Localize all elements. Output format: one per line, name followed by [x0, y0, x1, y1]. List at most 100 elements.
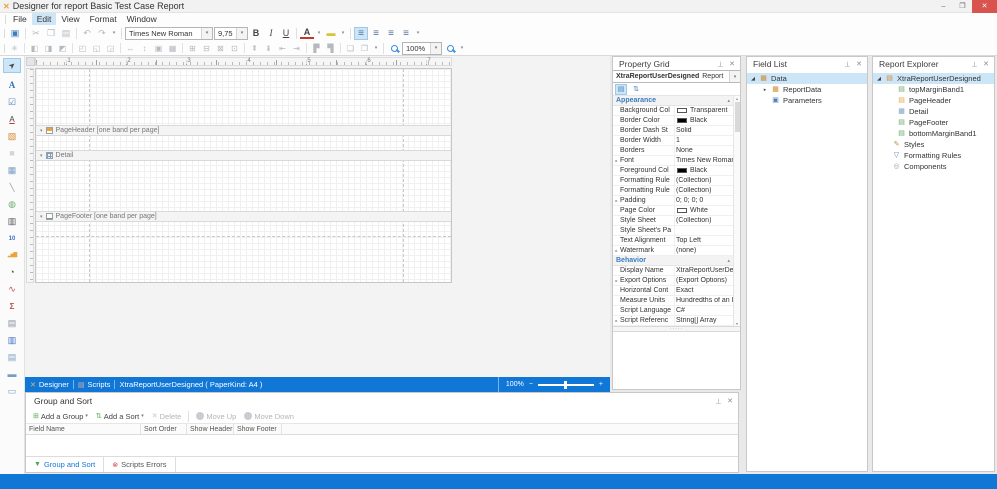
property-row[interactable]: ▸ Font Times New Roman;… — [613, 156, 733, 166]
property-row[interactable]: Background Col Transparent — [613, 106, 733, 116]
layout-tool-icon[interactable]: ⊡ — [228, 42, 241, 54]
property-value[interactable]: (Collection) — [675, 217, 733, 224]
collapse-icon[interactable]: ▾ — [40, 128, 43, 134]
layout-tool-icon[interactable]: | — [120, 43, 121, 53]
menu-view[interactable]: View — [56, 13, 84, 25]
layout-tool-icon[interactable]: ⇤ — [276, 42, 289, 54]
property-row[interactable]: Text Alignment Top Left — [613, 236, 733, 246]
property-row[interactable]: Display Name XtraReportUserDe… — [613, 266, 733, 276]
report-document-tab[interactable]: XtraReportUserDesigned ( PaperKind: A4 ) — [119, 380, 262, 389]
property-value[interactable]: (Collection) — [675, 177, 733, 184]
close-icon[interactable]: ✕ — [727, 397, 733, 405]
underline-button[interactable]: U — [279, 27, 293, 40]
component-selector-combo[interactable]: XtraReportUserDesigned Report ▾ — [613, 70, 740, 83]
tool-rich-text[interactable]: A — [3, 112, 21, 127]
property-row[interactable]: Script Language C# — [613, 306, 733, 316]
pin-icon[interactable]: ⊣ — [714, 398, 722, 404]
paste-icon[interactable]: ▤ — [59, 27, 73, 40]
expand-icon[interactable]: ▸ — [613, 198, 620, 203]
property-row[interactable]: Borders None — [613, 146, 733, 156]
layout-tool-icon[interactable]: ⊟ — [200, 42, 213, 54]
layout-tool-icon[interactable]: ⊞ — [186, 42, 199, 54]
font-color-dropdown-icon[interactable]: ▾ — [315, 27, 323, 40]
band-pagefooter[interactable]: ▾ PageFooter [one band per page] — [36, 211, 451, 222]
tool-line[interactable]: ╲ — [3, 180, 21, 195]
property-value[interactable]: Transparent — [689, 107, 733, 114]
layout-tool-icon[interactable]: ▣ — [152, 42, 165, 54]
column-header[interactable]: Show Footer — [234, 424, 282, 434]
property-value[interactable]: Black — [689, 117, 733, 124]
property-row[interactable]: Horizontal Cont Exact — [613, 286, 733, 296]
tool-zip-code[interactable]: 10 — [3, 231, 21, 246]
property-row[interactable]: ▸ Padding 0; 0; 0; 0 — [613, 196, 733, 206]
close-icon[interactable]: ✕ — [983, 60, 989, 68]
layout-tool-icon[interactable]: ▾ — [372, 42, 380, 54]
align-dropdown-icon[interactable]: ▾ — [414, 27, 422, 40]
layout-tool-icon[interactable]: | — [24, 43, 25, 53]
layout-tool-icon[interactable]: ⇟ — [262, 42, 275, 54]
property-value[interactable]: Top Left — [675, 237, 733, 244]
undo-icon[interactable]: ↶ — [80, 27, 94, 40]
menu-window[interactable]: Window — [122, 13, 162, 25]
layout-tool-icon[interactable]: ◧ — [28, 42, 41, 54]
italic-button[interactable]: I — [264, 27, 278, 40]
zoom-slider-thumb[interactable] — [564, 381, 567, 389]
property-value[interactable]: C# — [675, 307, 733, 314]
property-value[interactable]: (Export Options) — [675, 277, 733, 284]
categorized-view-button[interactable]: ▤ — [615, 84, 627, 95]
property-row[interactable]: Appearance — [613, 96, 733, 106]
zoom-level-combo[interactable]: 100% ▾ — [402, 42, 442, 55]
property-row[interactable]: Border Color Black — [613, 116, 733, 126]
layout-tool-icon[interactable]: ⇞ — [248, 42, 261, 54]
node-formatting-rules[interactable]: ▽ Formatting Rules — [873, 150, 994, 161]
scrollbar[interactable]: ▴▾ — [733, 96, 740, 326]
band-detail[interactable]: ▾ Detail — [36, 150, 451, 161]
layout-tool-icon[interactable]: | — [340, 43, 341, 53]
copy-icon[interactable]: ❐ — [44, 27, 58, 40]
tool-label[interactable]: A — [3, 78, 21, 93]
layout-tool-icon[interactable]: | — [182, 43, 183, 53]
pin-icon[interactable]: ⊣ — [716, 60, 724, 66]
property-row[interactable]: Style Sheet (Collection) — [613, 216, 733, 226]
layout-tool-icon[interactable]: ◲ — [104, 42, 117, 54]
scroll-thumb[interactable] — [735, 102, 740, 132]
property-value[interactable]: (none) — [675, 247, 733, 254]
property-row[interactable]: Foreground Col Black — [613, 166, 733, 176]
layout-tool-icon[interactable]: ⇥ — [290, 42, 303, 54]
node-parameters[interactable]: ▣ Parameters — [747, 95, 867, 106]
layout-tool-icon[interactable]: ❐ — [358, 42, 371, 54]
layout-tool-icon[interactable]: ◩ — [56, 42, 69, 54]
restore-button[interactable]: ❐ — [953, 0, 972, 13]
tool-sparkline[interactable]: ∿ — [3, 282, 21, 297]
chevron-down-icon[interactable]: ▾ — [201, 28, 212, 39]
tab-scripts-errors[interactable]: ⊗ Scripts Errors — [104, 457, 175, 472]
tool-bar-code[interactable]: ▥ — [3, 214, 21, 229]
vertical-ruler[interactable] — [26, 68, 34, 283]
tool-cross-band-line[interactable]: ▬ — [3, 367, 21, 382]
tool-table[interactable]: ▦ — [3, 163, 21, 178]
property-row[interactable]: ▸ Watermark (none) — [613, 246, 733, 256]
menu-format[interactable]: Format — [85, 13, 122, 25]
delete-button[interactable]: ✕ Delete — [149, 412, 185, 421]
property-value[interactable]: Solid — [675, 127, 733, 134]
property-value[interactable]: (Collection) — [675, 187, 733, 194]
tool-shape[interactable]: ◍ — [3, 197, 21, 212]
property-row[interactable]: Style Sheet's Pa — [613, 226, 733, 236]
add-group-button[interactable]: ⊞ Add a Group ▾ — [30, 412, 91, 421]
layout-tool-icon[interactable]: ◱ — [90, 42, 103, 54]
report-page-canvas[interactable]: ▾ PageHeader [one band per page] ▾ Detai… — [35, 68, 452, 283]
property-row[interactable]: Border Dash St Solid — [613, 126, 733, 136]
tool-picture-box[interactable]: ▧ — [3, 129, 21, 144]
node-styles[interactable]: ✎ Styles — [873, 139, 994, 150]
chevron-down-icon[interactable]: ▾ — [236, 28, 247, 39]
property-value[interactable]: 0; 0; 0; 0 — [675, 197, 733, 204]
align-center-button[interactable]: ≡ — [369, 27, 383, 40]
zoom-plus-button[interactable]: + — [599, 381, 603, 388]
node-detail[interactable]: ▦ Detail — [873, 106, 994, 117]
property-value[interactable]: String[] Array — [675, 317, 733, 324]
property-value[interactable]: Exact — [675, 287, 733, 294]
column-header[interactable]: Sort Order — [141, 424, 187, 434]
tool-pivot-grid[interactable]: Σ — [3, 299, 21, 314]
close-icon[interactable]: ✕ — [856, 60, 862, 68]
redo-dropdown-icon[interactable]: ▾ — [110, 27, 118, 40]
